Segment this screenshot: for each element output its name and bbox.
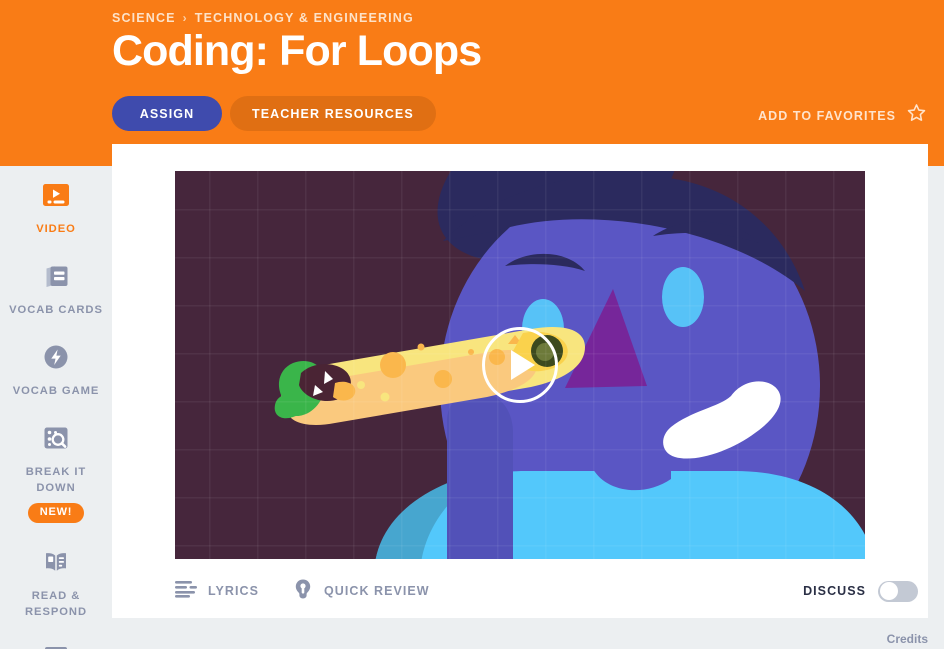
lyrics-lines-icon	[175, 580, 197, 603]
left-sidebar: VIDEO VOCAB CARDS VOCAB GAME BREAK IT DO…	[0, 166, 112, 649]
toggle-switch[interactable]	[878, 580, 918, 602]
video-player-icon	[39, 178, 73, 212]
sidebar-item-label: VIDEO	[36, 223, 76, 235]
lyrics-label: LYRICS	[208, 584, 259, 598]
star-outline-icon	[905, 102, 928, 129]
add-to-favorites-button[interactable]: ADD TO FAVORITES	[758, 102, 928, 129]
quick-review-button[interactable]: QUICK REVIEW	[293, 578, 430, 605]
lightbulb-icon	[293, 578, 313, 605]
video-thumbnail[interactable]	[175, 171, 865, 559]
lyrics-button[interactable]: LYRICS	[175, 580, 259, 603]
page-root: SCIENCE › TECHNOLOGY & ENGINEERING Codin…	[0, 0, 944, 649]
sidebar-item-break-it-down[interactable]: BREAK IT DOWN NEW!	[0, 421, 112, 523]
lightning-bolt-circle-icon	[39, 340, 73, 374]
credits-link[interactable]: Credits	[887, 632, 928, 646]
breadcrumb-separator-icon: ›	[182, 11, 188, 25]
play-button[interactable]	[482, 327, 558, 403]
document-icon	[39, 642, 73, 649]
open-book-icon	[39, 545, 73, 579]
status-badge-new: NEW!	[27, 503, 85, 523]
sidebar-item-read-respond[interactable]: READ & RESPOND	[0, 545, 112, 620]
breadcrumb-item-technology-engineering[interactable]: TECHNOLOGY & ENGINEERING	[195, 11, 414, 25]
teacher-resources-button[interactable]: TEACHER RESOURCES	[230, 96, 436, 131]
sidebar-item-vocab-cards[interactable]: VOCAB CARDS	[0, 259, 112, 318]
video-toolbar: LYRICS QUICK REVIEW DISCUSS	[175, 569, 928, 613]
vocab-cards-icon	[39, 259, 73, 293]
header-action-buttons: ASSIGN TEACHER RESOURCES	[112, 96, 436, 131]
main-content-card: LYRICS QUICK REVIEW DISCUSS	[112, 144, 928, 618]
page-title: Coding: For Loops	[112, 27, 482, 75]
sidebar-item-label: VOCAB GAME	[12, 385, 100, 397]
magnifier-grid-icon	[39, 421, 73, 455]
quick-review-label: QUICK REVIEW	[324, 584, 430, 598]
sidebar-item-more[interactable]	[0, 642, 112, 649]
sidebar-item-label: VOCAB CARDS	[9, 304, 103, 316]
sidebar-item-label: BREAK IT DOWN	[25, 466, 87, 494]
page-header: SCIENCE › TECHNOLOGY & ENGINEERING Codin…	[0, 0, 944, 166]
sidebar-item-vocab-game[interactable]: VOCAB GAME	[0, 340, 112, 399]
play-triangle-icon	[511, 350, 535, 380]
breadcrumb: SCIENCE › TECHNOLOGY & ENGINEERING	[112, 11, 414, 25]
discuss-toggle[interactable]: DISCUSS	[803, 580, 928, 602]
sidebar-item-label: READ & RESPOND	[25, 590, 87, 618]
breadcrumb-item-science[interactable]: SCIENCE	[112, 11, 176, 25]
toggle-knob	[879, 582, 898, 600]
assign-button[interactable]: ASSIGN	[112, 96, 222, 131]
add-to-favorites-label: ADD TO FAVORITES	[758, 108, 896, 123]
discuss-label: DISCUSS	[803, 584, 866, 598]
sidebar-item-video[interactable]: VIDEO	[0, 178, 112, 237]
